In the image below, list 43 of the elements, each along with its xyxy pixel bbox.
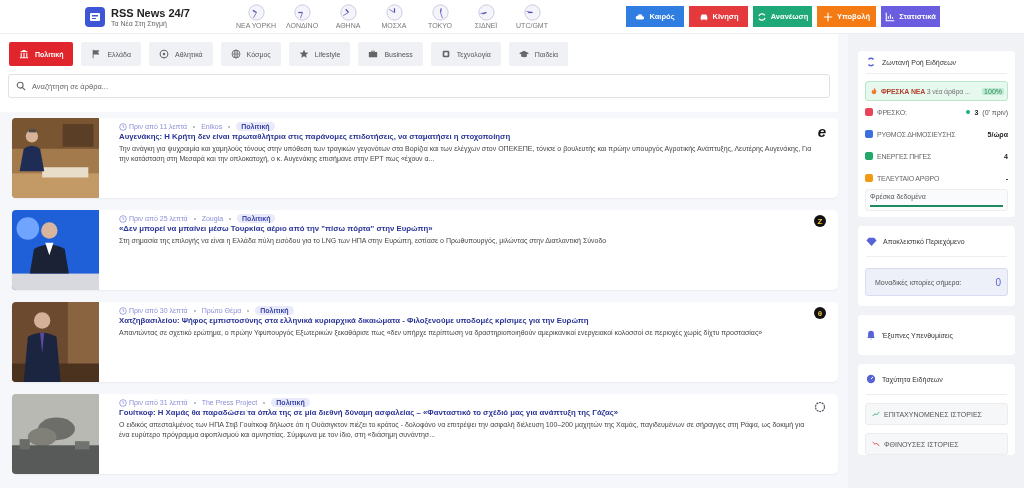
clock-icon — [477, 4, 495, 21]
ring-logo-icon — [814, 401, 826, 413]
refresh-icon — [756, 11, 767, 22]
sync-icon — [866, 57, 876, 67]
trend-up-icon — [872, 411, 880, 417]
plus-icon — [823, 11, 833, 22]
clock-icon — [339, 4, 357, 21]
landmark-icon — [19, 49, 29, 59]
gem-icon — [866, 235, 877, 247]
clock-icon — [385, 4, 403, 21]
bell-icon — [866, 330, 876, 340]
chip-icon — [440, 49, 451, 59]
article-card[interactable] — [12, 118, 838, 198]
search-icon — [16, 81, 26, 91]
site-title: RSS News 24/7 — [111, 6, 190, 19]
source-logo: e — [817, 123, 826, 140]
article-card[interactable] — [12, 394, 838, 474]
clock-icon — [293, 4, 311, 21]
cloud-icon — [635, 11, 646, 22]
clock-icon — [119, 398, 127, 407]
source-logo: θ — [814, 307, 826, 319]
clock-icon — [119, 306, 127, 315]
newspaper-logo-icon — [85, 6, 105, 27]
clock-icon — [431, 4, 449, 21]
bar-chart-icon — [885, 11, 896, 22]
article-card[interactable] — [12, 210, 838, 290]
ball-icon — [159, 49, 169, 59]
graduation-cap-icon — [518, 49, 529, 59]
source-logo: Z — [814, 215, 826, 227]
flag-icon — [91, 49, 102, 59]
article-card[interactable] — [12, 302, 838, 382]
globe-icon — [230, 49, 241, 59]
fire-icon — [870, 87, 878, 95]
clock-icon — [247, 4, 265, 21]
gauge-icon — [866, 374, 876, 384]
clock-icon — [119, 122, 127, 131]
trend-down-icon — [872, 441, 880, 447]
clock-icon — [119, 214, 127, 223]
status-dot — [966, 110, 971, 114]
briefcase-icon — [368, 49, 379, 59]
count-value: 0 — [995, 276, 1001, 288]
star-icon — [298, 49, 309, 59]
clock-icon — [523, 4, 541, 21]
